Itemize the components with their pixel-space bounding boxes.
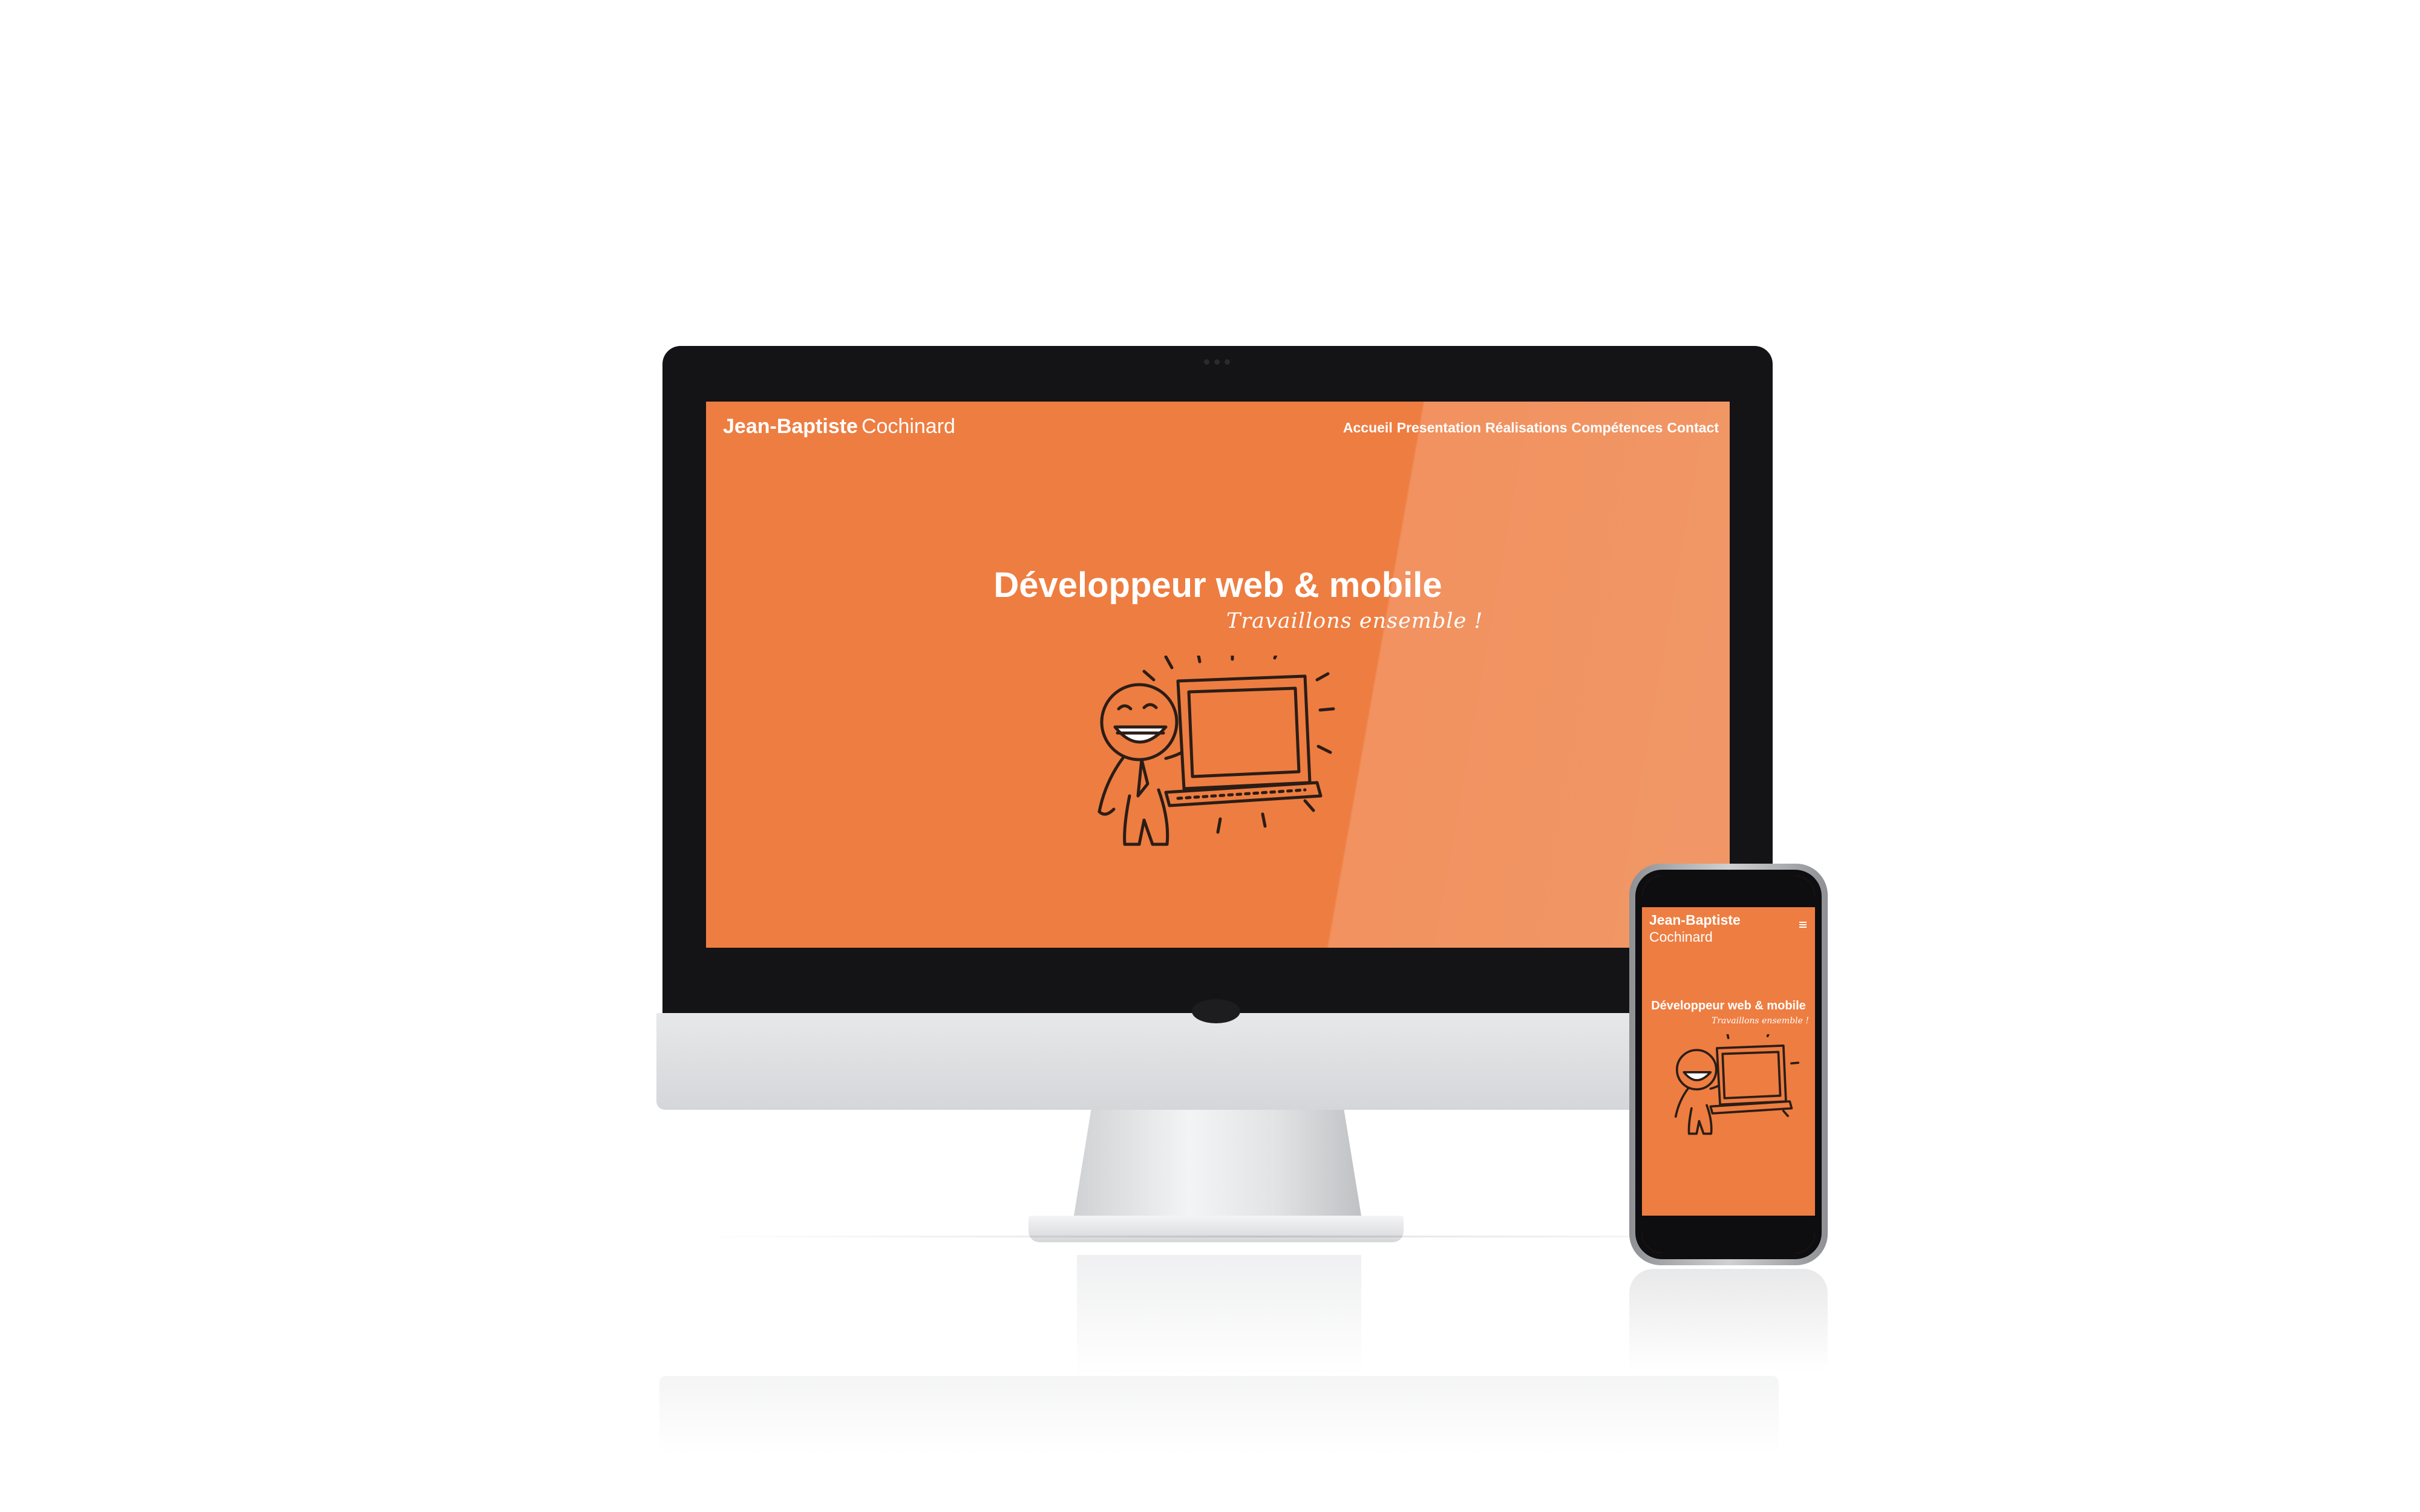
hero-subtitle: Travaillons ensemble ! <box>1226 609 1483 633</box>
site-logo[interactable]: Jean-Baptiste Cochinard <box>723 415 955 438</box>
nav-link-presentation[interactable]: Presentation <box>1397 420 1481 436</box>
nav-link-accueil[interactable]: Accueil <box>1343 420 1393 436</box>
mobile-brand-first-name[interactable]: Jean-Baptiste <box>1649 912 1741 928</box>
mobile-brand-last-name[interactable]: Cochinard <box>1649 929 1713 945</box>
imac-foot <box>1028 1216 1404 1242</box>
stand-reflection <box>1077 1255 1361 1376</box>
nav-link-competences[interactable]: Compétences <box>1572 420 1663 436</box>
hamburger-icon[interactable] <box>1799 922 1807 928</box>
site-header: Jean-Baptiste Cochinard Accueil Presentat… <box>706 402 1730 450</box>
main-nav: Accueil Presentation Réalisations Compét… <box>1343 420 1719 436</box>
camera-icon <box>1204 359 1231 365</box>
mobile-developer-illustration <box>1674 1034 1799 1135</box>
brand-last-name: Cochinard <box>861 415 955 438</box>
phone-bottom-bezel <box>1642 1216 1815 1253</box>
mobile-hero-subtitle: Travaillons ensemble ! <box>1712 1016 1809 1026</box>
nav-link-realisations[interactable]: Réalisations <box>1485 420 1568 436</box>
developer-laptop-illustration <box>1097 656 1335 846</box>
nav-link-contact[interactable]: Contact <box>1667 420 1719 436</box>
imac-stand <box>1074 1110 1361 1216</box>
brand-first-name: Jean-Baptiste <box>723 415 858 438</box>
imac-reflection <box>659 1376 1779 1455</box>
hero-title: Développeur web & mobile <box>993 565 1442 605</box>
imac-notch <box>1192 999 1240 1023</box>
phone-notch <box>1689 876 1768 891</box>
imac-chin <box>656 1013 1779 1110</box>
phone-reflection <box>1629 1269 1828 1372</box>
mobile-hero-title: Développeur web & mobile <box>1651 999 1806 1012</box>
desktop-screen: Jean-Baptiste Cochinard Accueil Presentat… <box>706 402 1730 948</box>
mobile-screen: Jean-Baptiste Cochinard Développeur web … <box>1642 876 1815 1253</box>
